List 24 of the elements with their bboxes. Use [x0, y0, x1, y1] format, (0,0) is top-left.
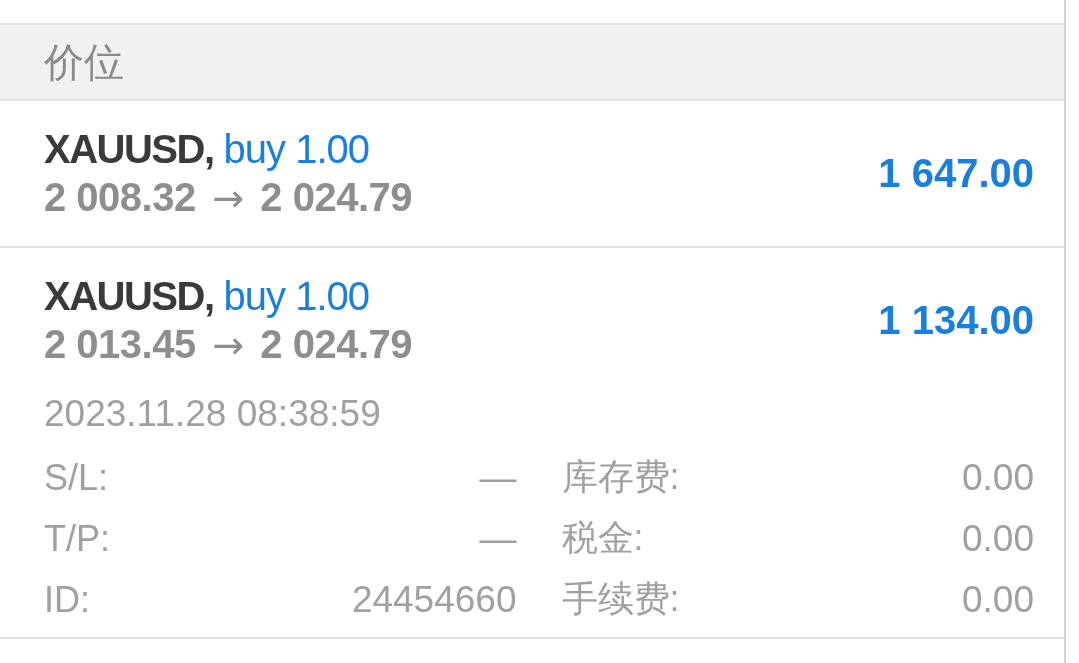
order-type-label: buy 1.00 [223, 126, 369, 173]
symbol-label: XAUUSD, [44, 273, 214, 320]
open-time: 2023.11.28 08:38:59 [44, 392, 381, 436]
price-range: 2 013.45 → 2 024.79 [44, 321, 412, 369]
detail-label: S/L: [44, 456, 109, 499]
detail-value: — [479, 456, 517, 499]
detail-label: 税金: [561, 516, 644, 560]
detail-value: 24454660 [351, 578, 517, 621]
order-type-label: buy 1.00 [223, 273, 369, 320]
detail-label: T/P: [44, 517, 110, 560]
position-row[interactable]: XAUUSD, buy 1.00 2 013.45 → 2 024.79 1 134.00 2023.11.28 08:38:59 S/L: — 库存费: 0.00 T/P: — 税金: 0.00 ID: 24454660 手续费: 0.00 [0, 248, 1064, 639]
detail-value: 0.00 [962, 456, 1034, 499]
price-range: 2 008.32 → 2 024.79 [44, 174, 412, 222]
detail-value: 0.00 [962, 517, 1034, 560]
detail-value: 0.00 [962, 578, 1034, 621]
section-title: 价位 [44, 39, 124, 86]
profit-value: 1 647.00 [878, 151, 1034, 196]
profit-value: 1 134.00 [878, 298, 1034, 343]
detail-label: 手续费: [561, 577, 680, 621]
detail-label: 库存费: [561, 455, 680, 499]
detail-label: ID: [44, 578, 90, 621]
symbol-label: XAUUSD, [44, 126, 214, 173]
position-row[interactable]: XAUUSD, buy 1.00 2 008.32 → 2 024.79 1 647.00 [0, 101, 1064, 248]
detail-value: — [479, 517, 517, 560]
